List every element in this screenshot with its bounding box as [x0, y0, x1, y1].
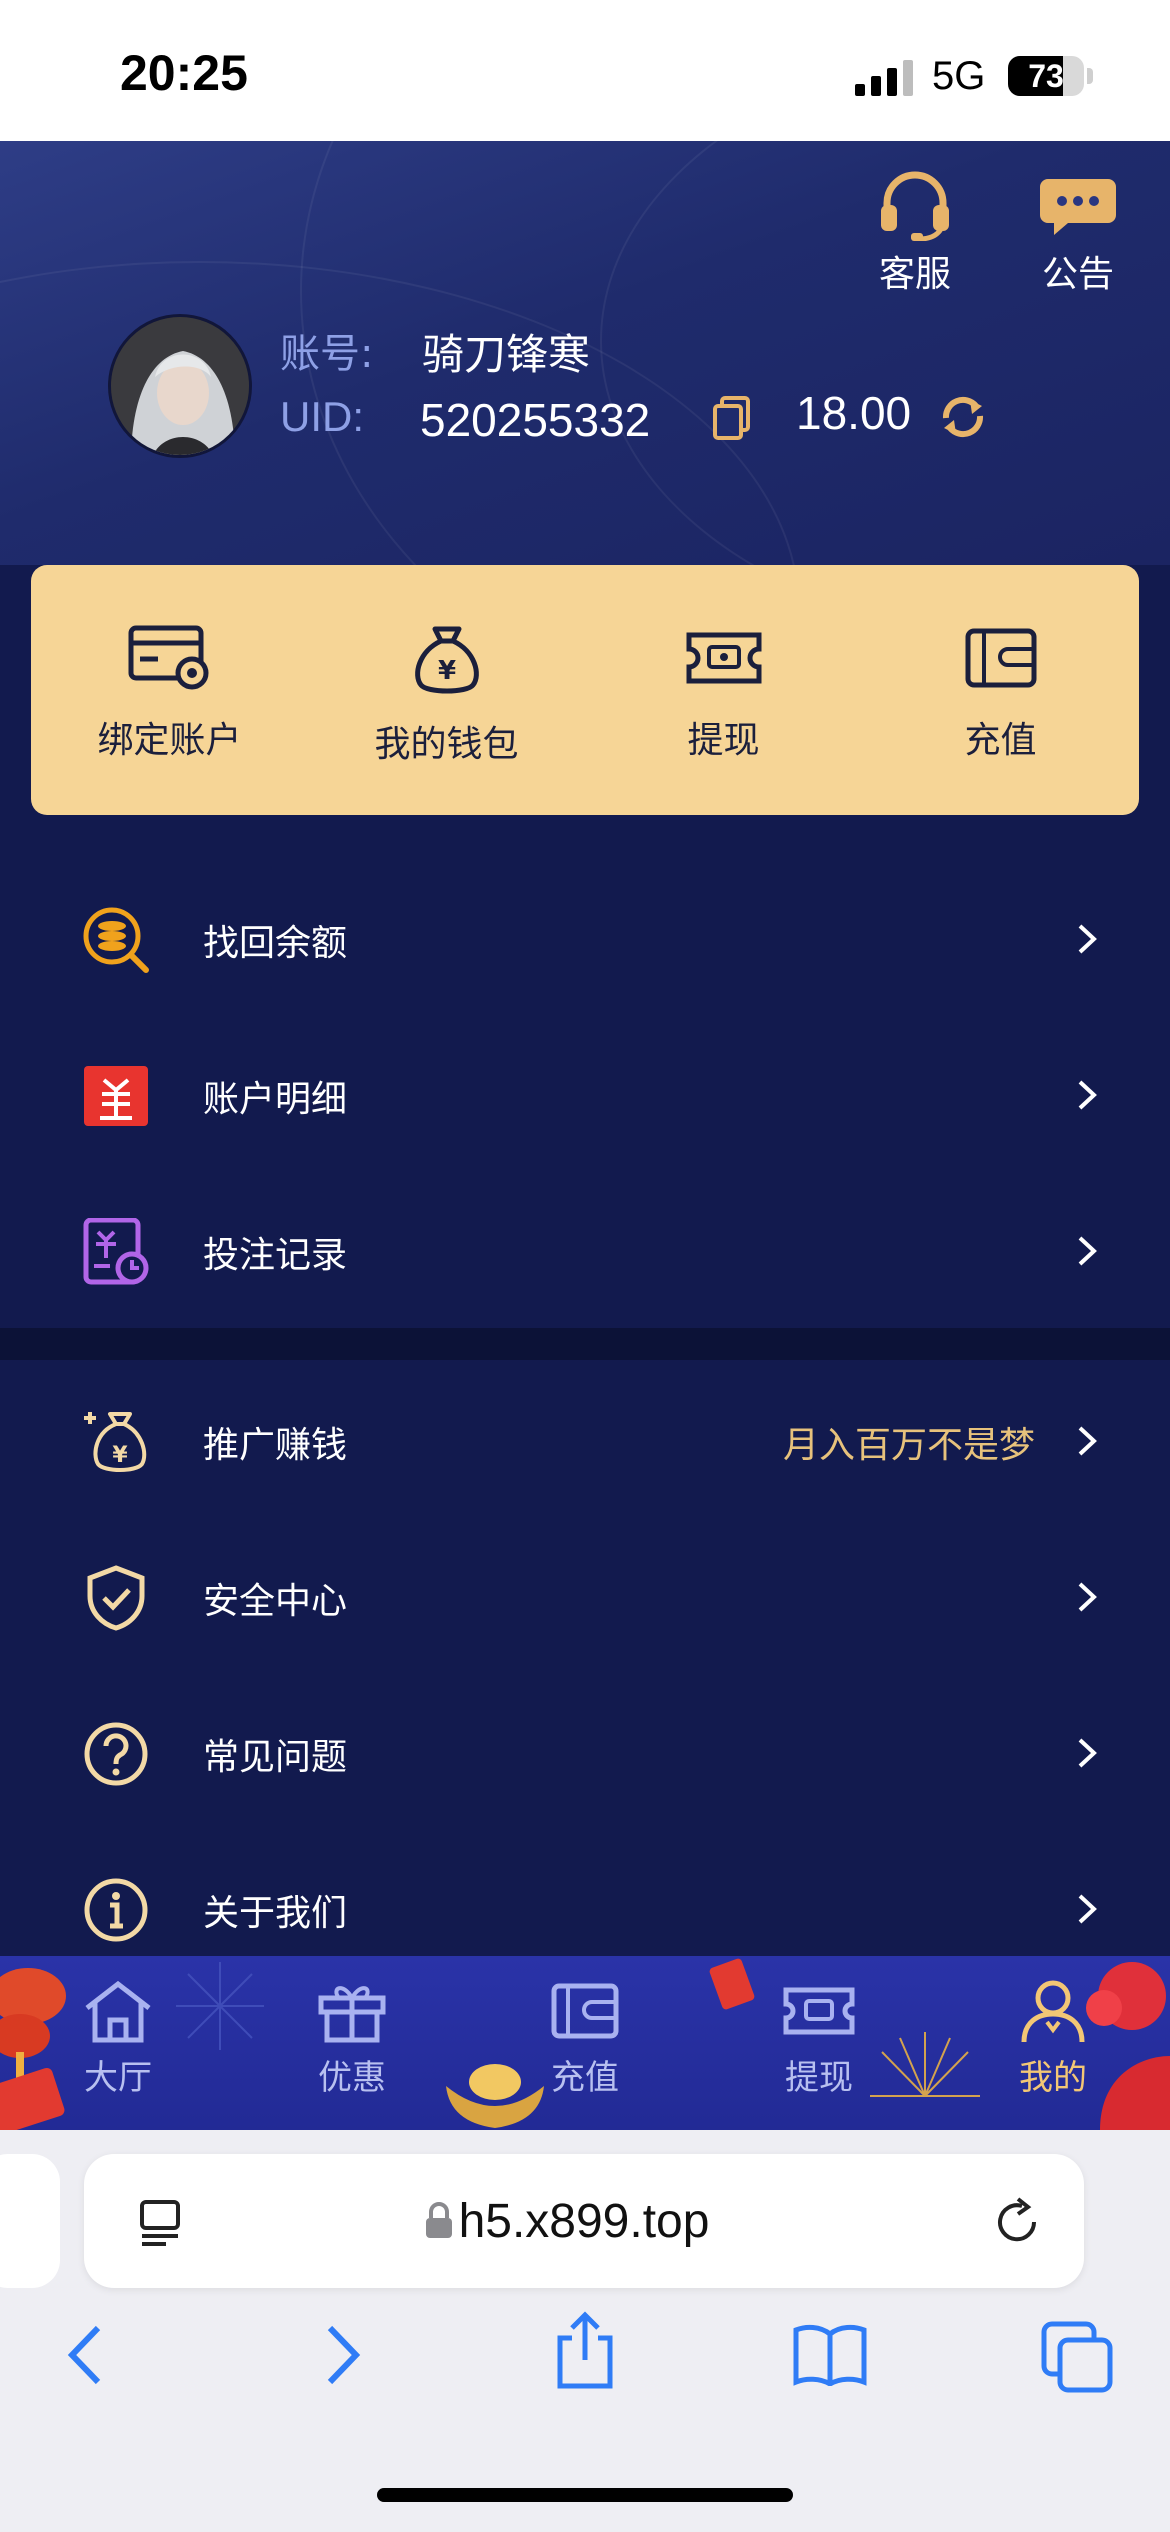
- tab-promotions[interactable]: 优惠: [292, 1978, 412, 2099]
- menu-item-account-details[interactable]: 账户明细: [0, 1014, 1170, 1170]
- chevron-right-icon: [1078, 924, 1097, 954]
- menu-label: 关于我们: [203, 1893, 348, 1934]
- gift-icon: [318, 1986, 386, 2043]
- bind-account-button[interactable]: 绑定账户: [31, 565, 308, 815]
- bet-record-icon: [83, 1218, 149, 1285]
- back-icon[interactable]: [62, 2320, 112, 2390]
- withdraw-icon: [783, 1987, 855, 2035]
- tab-label: 优惠: [318, 2058, 386, 2098]
- shield-check-icon: [87, 1565, 145, 1631]
- recharge-card-button[interactable]: 充值: [862, 565, 1139, 815]
- chevron-right-icon: [1078, 1080, 1097, 1110]
- red-envelope-decoration: [709, 1958, 755, 2010]
- money-bag-icon: ¥: [414, 626, 479, 694]
- customer-service-label: 客服: [878, 254, 951, 295]
- info-icon: [84, 1878, 148, 1942]
- menu-group-general: ¥ 推广赚钱 月入百万不是梦 安全中心 常见问题 关于我们: [0, 1360, 1170, 1960]
- menu-label: 找回余额: [203, 923, 348, 964]
- status-bar: 20:25 5G 73: [0, 0, 1170, 141]
- wallet-icon: [965, 628, 1036, 688]
- coin-search-icon: [83, 907, 149, 973]
- uid-label: UID:: [280, 393, 364, 440]
- withdraw-card-button[interactable]: 提现: [585, 565, 862, 815]
- network-type: 5G: [932, 54, 986, 98]
- menu-label: 常见问题: [203, 1737, 348, 1778]
- user-icon: [1021, 1980, 1085, 2043]
- recharge-card-label: 充值: [964, 720, 1037, 761]
- status-time: 20:25: [120, 45, 248, 101]
- tab-label: 我的: [1019, 2058, 1087, 2098]
- browser-toolbar: h5.x899.top: [0, 2130, 1170, 2532]
- bottom-tab-bar: 大厅 优惠 充值 提现 我的: [0, 1956, 1170, 2130]
- menu-item-faq[interactable]: 常见问题: [0, 1672, 1170, 1828]
- menu-label: 推广赚钱: [203, 1425, 348, 1466]
- bind-card-icon: [128, 625, 208, 690]
- firework-decoration: [870, 2032, 980, 2097]
- menu-group-funds: 找回余额 账户明细 投注记录: [0, 858, 1170, 1328]
- chevron-right-icon: [1078, 1236, 1097, 1266]
- tab-withdraw[interactable]: 提现: [759, 1978, 879, 2099]
- wallet-icon: [551, 1983, 619, 2039]
- ledger-icon: [84, 1066, 148, 1126]
- reload-icon[interactable]: [992, 2196, 1042, 2246]
- tab-recharge[interactable]: 充值: [525, 1978, 645, 2099]
- message-icon: [1040, 179, 1116, 235]
- money-bag-plus-icon: ¥: [84, 1412, 147, 1472]
- balance-value: 18.00: [796, 387, 912, 439]
- chevron-right-icon: [1078, 1738, 1097, 1768]
- customer-service-button[interactable]: 客服: [860, 171, 970, 297]
- referral-slogan: 月入百万不是梦: [782, 1425, 1035, 1466]
- chevron-right-icon: [1078, 1582, 1097, 1612]
- wallet-card: 绑定账户 ¥ 我的钱包 提现 充值: [31, 565, 1139, 815]
- tab-label: 提现: [785, 2058, 853, 2098]
- home-icon: [85, 1980, 151, 2043]
- question-icon: [84, 1722, 148, 1786]
- forward-icon[interactable]: [316, 2320, 366, 2390]
- menu-item-referral[interactable]: ¥ 推广赚钱 月入百万不是梦: [0, 1360, 1170, 1516]
- withdraw-card-label: 提现: [687, 720, 760, 761]
- menu-label: 安全中心: [203, 1581, 348, 1622]
- my-wallet-button[interactable]: ¥ 我的钱包: [308, 565, 585, 815]
- svg-text:¥: ¥: [112, 1443, 128, 1468]
- bookmarks-icon[interactable]: [792, 2324, 868, 2386]
- svg-text:¥: ¥: [437, 656, 455, 686]
- account-label: 账号:: [280, 331, 374, 377]
- battery-icon: 73: [1008, 56, 1084, 96]
- bind-account-label: 绑定账户: [97, 720, 242, 761]
- battery-percent: 73: [1028, 58, 1064, 94]
- profile-header: 客服 公告 账号: 骑刀锋寒 UID: 520255332 18.00: [0, 141, 1170, 565]
- menu-item-recover-balance[interactable]: 找回余额: [0, 858, 1170, 1014]
- refresh-icon[interactable]: [940, 396, 986, 442]
- battery-tip: [1087, 68, 1093, 84]
- tab-label: 大厅: [84, 2058, 152, 2098]
- announcement-button[interactable]: 公告: [1023, 171, 1133, 297]
- tab-mine[interactable]: 我的: [993, 1978, 1113, 2099]
- chevron-right-icon: [1078, 1426, 1097, 1456]
- firework-decoration: [176, 1962, 264, 2050]
- home-indicator: [377, 2488, 793, 2502]
- headset-icon: [881, 171, 949, 241]
- copy-icon[interactable]: [712, 396, 752, 444]
- share-icon[interactable]: [550, 2310, 620, 2390]
- menu-label: 投注记录: [203, 1235, 348, 1276]
- tabs-icon[interactable]: [1040, 2320, 1114, 2394]
- my-wallet-label: 我的钱包: [374, 724, 519, 765]
- withdraw-ticket-icon: [686, 632, 761, 684]
- menu-item-security-center[interactable]: 安全中心: [0, 1516, 1170, 1672]
- menu-label: 账户明细: [203, 1079, 348, 1120]
- url-text: h5.x899.top: [458, 2195, 710, 2248]
- announcement-label: 公告: [1041, 254, 1114, 295]
- chevron-right-icon: [1078, 1894, 1097, 1924]
- previous-tab-preview[interactable]: [0, 2154, 60, 2288]
- tab-label: 充值: [551, 2058, 619, 2098]
- avatar-image: [111, 317, 249, 455]
- account-name: 骑刀锋寒: [422, 330, 591, 379]
- signal-icon: [855, 58, 913, 96]
- section-divider: [0, 1328, 1170, 1360]
- tab-lobby[interactable]: 大厅: [58, 1978, 178, 2099]
- menu-item-bet-records[interactable]: 投注记录: [0, 1170, 1170, 1326]
- address-bar[interactable]: h5.x899.top: [84, 2154, 1084, 2288]
- uid-value: 520255332: [420, 394, 651, 446]
- avatar[interactable]: [108, 314, 252, 458]
